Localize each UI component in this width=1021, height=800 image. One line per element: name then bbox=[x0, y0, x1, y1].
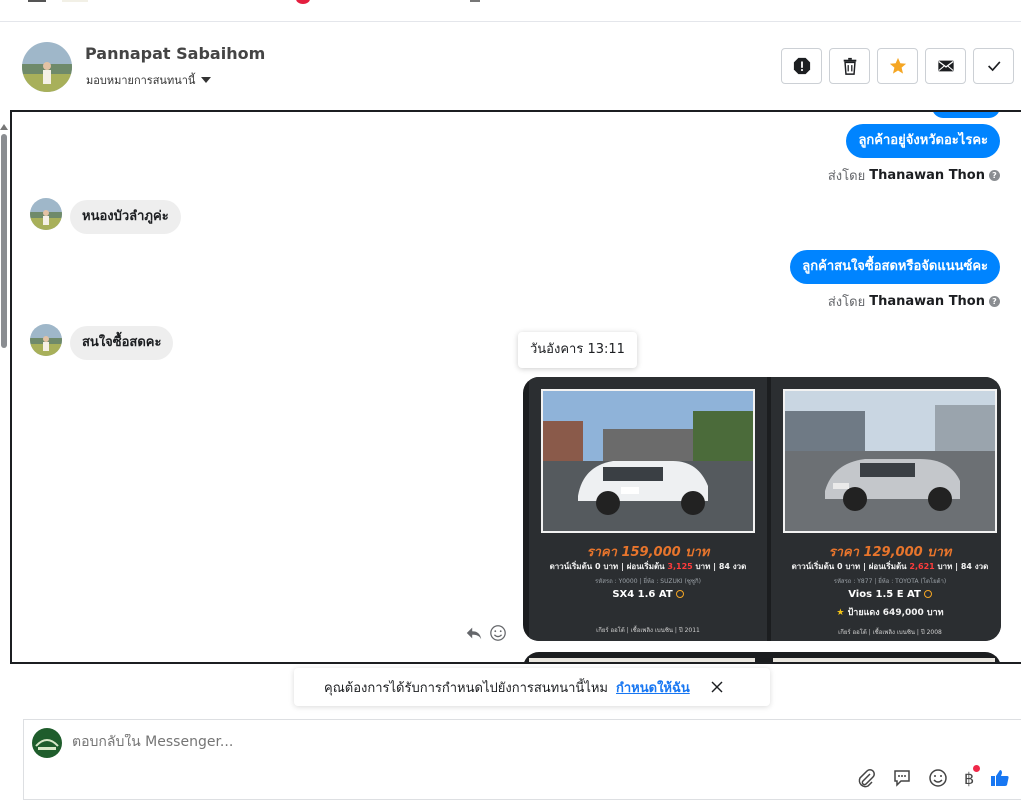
message-bubble-in[interactable]: สนใจซื้อสดคะ bbox=[70, 326, 174, 360]
scrollbar-thumb[interactable] bbox=[1, 134, 7, 348]
scroll-up-arrow[interactable] bbox=[0, 124, 8, 130]
message-bubble-in[interactable]: หนองบัวลำภูค่ะ bbox=[70, 200, 181, 234]
help-icon[interactable]: ? bbox=[989, 296, 1000, 307]
thumbs-up-icon[interactable] bbox=[990, 768, 1010, 788]
conversation-thread: ลูกค้าอยู่จังหวัดอะไรคะ ส่งโดย Thanawan … bbox=[10, 110, 1021, 664]
car-red-plate: ★ ป้ายแดง 649,000 บาท bbox=[836, 608, 944, 618]
car-model: SX4 1.6 AT bbox=[529, 589, 767, 600]
car-photo[interactable] bbox=[541, 389, 755, 533]
checkmark-icon bbox=[987, 61, 1000, 72]
mark-spam-button[interactable] bbox=[781, 48, 822, 84]
sender-name[interactable]: Thanawan Thon bbox=[869, 294, 985, 309]
car-financing: ดาวน์เริ่มต้น 0 บาท | ผ่อนเริ่มต้น 3,125… bbox=[549, 562, 747, 571]
saved-replies-icon[interactable] bbox=[892, 768, 912, 788]
verified-icon bbox=[675, 590, 684, 598]
reply-input[interactable] bbox=[72, 734, 672, 750]
message-bubble-out-cutoff bbox=[932, 112, 1000, 118]
assign-label: มอบหมายการสนทนานี้ bbox=[86, 74, 196, 87]
product-card[interactable]: ราคา 129,000 บาท ดาวน์เริ่มต้น 0 บาท | ผ… bbox=[771, 377, 1001, 641]
sent-by-label: ส่งโดย Thanawan Thon ? bbox=[828, 291, 1000, 312]
envelope-icon bbox=[937, 60, 954, 72]
car-model: Vios 1.5 E AT bbox=[771, 589, 1001, 600]
car-price: ราคา 159,000 บาท bbox=[586, 545, 710, 560]
car-specs: เกียร์ ออโต้ | เชื้อเพลิง เบนซิน | ปี 20… bbox=[838, 629, 942, 636]
mark-unread-button[interactable] bbox=[925, 48, 966, 84]
star-icon bbox=[889, 57, 906, 74]
assign-conversation-dropdown[interactable]: มอบหมายการสนทนานี้ bbox=[86, 71, 212, 89]
notification-dot bbox=[296, 0, 310, 4]
top-strip bbox=[0, 0, 1021, 22]
message-bubble-out[interactable]: ลูกค้าอยู่จังหวัดอะไรคะ bbox=[846, 124, 1000, 158]
mark-done-button[interactable] bbox=[973, 48, 1014, 84]
verified-icon bbox=[923, 590, 932, 598]
conversation-header: Pannapat Sabaihom มอบหมายการสนทนานี้ bbox=[0, 22, 1021, 110]
composer-actions: ฿ bbox=[856, 764, 1010, 788]
timestamp-tooltip: วันอังคาร 13:11 bbox=[518, 332, 637, 368]
star-button[interactable] bbox=[877, 48, 918, 84]
car-financing: ดาวน์เริ่มต้น 0 บาท | ผ่อนเริ่มต้น 2,621… bbox=[791, 562, 989, 571]
assign-to-me-link[interactable]: กำหนดให้ฉัน bbox=[616, 677, 690, 698]
star-icon: ★ bbox=[836, 608, 848, 618]
car-meta: รหัสรถ : Y0000 | ยี่ห้อ : SUZUKI (ซูซูกิ… bbox=[595, 578, 701, 585]
car-meta: รหัสรถ : Y877 | ยี่ห้อ : TOYOTA (โตโยต้า… bbox=[833, 578, 947, 585]
product-carousel-next[interactable] bbox=[523, 652, 1001, 662]
suggestion-text: คุณต้องการได้รับการกำหนดไปยังการสนทนานี้… bbox=[324, 680, 608, 696]
car-photo[interactable] bbox=[783, 389, 997, 533]
product-carousel[interactable]: ราคา 159,000 บาท ดาวน์เริ่มต้น 0 บาท | ผ… bbox=[523, 377, 1001, 641]
payment-icon[interactable]: ฿ bbox=[964, 764, 981, 788]
alert-octagon-icon bbox=[793, 57, 810, 75]
trash-icon bbox=[843, 57, 856, 75]
contact-message-avatar[interactable] bbox=[30, 324, 62, 356]
attachment-icon[interactable] bbox=[856, 768, 876, 788]
message-actions bbox=[465, 624, 507, 642]
delete-button[interactable] bbox=[829, 48, 870, 84]
product-card[interactable]: ราคา 159,000 บาท ดาวน์เริ่มต้น 0 บาท | ผ… bbox=[529, 377, 767, 641]
sent-by-label: ส่งโดย Thanawan Thon ? bbox=[828, 165, 1000, 186]
emoji-icon[interactable] bbox=[928, 768, 948, 788]
contact-avatar[interactable] bbox=[22, 42, 72, 92]
caret-down-icon bbox=[201, 77, 212, 83]
notification-dot bbox=[973, 764, 981, 772]
contact-name: Pannapat Sabaihom bbox=[85, 44, 266, 63]
reply-arrow-icon[interactable] bbox=[465, 624, 483, 642]
car-specs: เกียร์ ออโต้ | เชื้อเพลิง เบนซิน | ปี 20… bbox=[596, 627, 700, 634]
message-bubble-out[interactable]: ลูกค้าสนใจซื้อสดหรือจัดแนนซ์คะ bbox=[790, 250, 1000, 284]
sender-name[interactable]: Thanawan Thon bbox=[869, 168, 985, 183]
emoji-react-icon[interactable] bbox=[489, 624, 507, 642]
car-price: ราคา 129,000 บาท bbox=[828, 545, 952, 560]
close-icon[interactable] bbox=[710, 680, 724, 694]
assign-suggestion-banner: คุณต้องการได้รับการกำหนดไปยังการสนทนานี้… bbox=[294, 668, 770, 706]
page-avatar bbox=[32, 728, 62, 758]
message-composer: ฿ bbox=[23, 719, 1021, 800]
help-icon[interactable]: ? bbox=[989, 170, 1000, 181]
contact-message-avatar[interactable] bbox=[30, 198, 62, 230]
